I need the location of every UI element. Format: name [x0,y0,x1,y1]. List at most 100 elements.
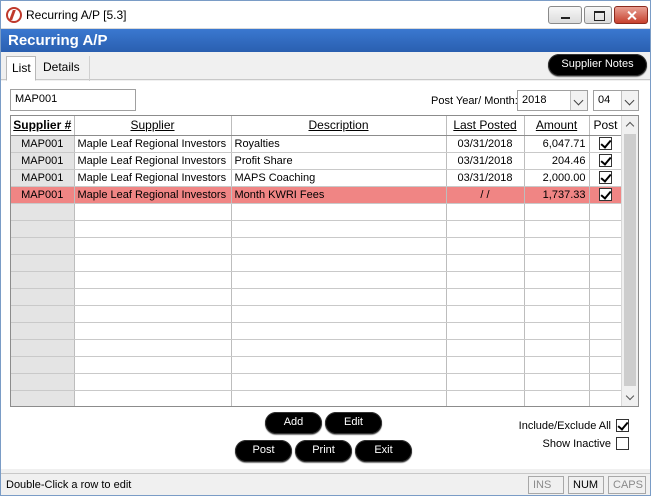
empty-table-row[interactable] [11,288,623,306]
column-header-post[interactable]: Post [589,116,623,136]
maximize-button[interactable] [584,6,612,24]
empty-cell [74,288,232,306]
empty-cell [231,288,447,306]
column-header-supplier-no[interactable]: Supplier # [11,116,75,136]
ins-indicator: INS [528,476,564,494]
empty-cell [231,373,447,391]
print-button[interactable]: Print [295,440,352,462]
empty-cell [589,220,623,238]
empty-cell [74,271,232,289]
empty-cell [74,322,232,340]
cell-last-posted: 03/31/2018 [446,169,525,187]
empty-table-row[interactable] [11,322,623,340]
empty-cell [231,305,447,323]
table-row[interactable]: MAP001 Maple Leaf Regional Investors Pro… [11,152,623,170]
empty-table-row[interactable] [11,305,623,323]
edit-button[interactable]: Edit [325,412,382,434]
empty-cell [231,390,447,406]
empty-table-row[interactable] [11,237,623,255]
empty-cell [11,237,75,255]
empty-table-row[interactable] [11,339,623,357]
empty-table-row[interactable] [11,254,623,272]
scroll-up-icon[interactable] [622,116,638,133]
table-header-row: Supplier # Supplier Description Last Pos… [11,116,623,136]
vertical-scrollbar[interactable] [621,116,638,406]
tab-details[interactable]: Details [38,56,90,81]
empty-cell [589,339,623,357]
exit-button[interactable]: Exit [355,440,412,462]
empty-cell [74,237,232,255]
empty-cell [524,373,590,391]
cell-supplier-no: MAP001 [11,169,75,187]
empty-table-row[interactable] [11,390,623,406]
empty-cell [589,390,623,406]
empty-cell [446,271,525,289]
empty-cell [524,237,590,255]
column-header-supplier[interactable]: Supplier [74,116,232,136]
empty-cell [74,390,232,406]
empty-cell [11,254,75,272]
cell-last-posted: 03/31/2018 [446,152,525,170]
post-checkbox[interactable] [599,137,612,150]
post-button[interactable]: Post [235,440,292,462]
post-checkbox[interactable] [599,188,612,201]
empty-cell [589,203,623,221]
empty-table-row[interactable] [11,203,623,221]
empty-table-row[interactable] [11,220,623,238]
cell-supplier: Maple Leaf Regional Investors [74,186,232,204]
table-row-selected[interactable]: MAP001 Maple Leaf Regional Investors Mon… [11,186,623,204]
post-month-select[interactable]: 04 [593,90,639,111]
supplier-notes-button[interactable]: Supplier Notes [548,54,647,76]
empty-cell [231,339,447,357]
empty-cell [11,220,75,238]
add-button[interactable]: Add [265,412,322,434]
empty-cell [11,373,75,391]
cell-supplier-no: MAP001 [11,135,75,153]
empty-cell [74,305,232,323]
table-row[interactable]: MAP001 Maple Leaf Regional Investors MAP… [11,169,623,187]
empty-cell [231,322,447,340]
empty-cell [231,271,447,289]
cell-supplier: Maple Leaf Regional Investors [74,169,232,187]
cell-supplier-no: MAP001 [11,186,75,204]
header-banner: Recurring A/P [1,29,650,52]
cell-supplier-no: MAP001 [11,152,75,170]
scroll-thumb[interactable] [624,134,636,386]
post-checkbox[interactable] [599,154,612,167]
empty-table-row[interactable] [11,373,623,391]
close-button[interactable] [614,6,648,24]
column-header-description[interactable]: Description [231,116,447,136]
supplier-filter-input[interactable]: MAP001 [10,89,136,111]
empty-cell [524,203,590,221]
cell-post [589,152,623,170]
empty-cell [74,339,232,357]
table-row[interactable]: MAP001 Maple Leaf Regional Investors Roy… [11,135,623,153]
show-inactive-checkbox[interactable] [616,437,629,450]
minimize-button[interactable] [548,6,582,24]
cell-amount: 2,000.00 [524,169,590,187]
empty-cell [74,220,232,238]
chevron-down-icon[interactable] [570,91,587,110]
caps-indicator: CAPS [608,476,646,494]
app-logo-icon [6,7,22,23]
empty-cell [11,322,75,340]
empty-cell [524,390,590,406]
chevron-down-icon[interactable] [621,91,638,110]
post-year-select[interactable]: 2018 [517,90,588,111]
scroll-down-icon[interactable] [622,389,638,406]
cell-amount: 204.46 [524,152,590,170]
window-title: Recurring A/P [5.3] [26,8,127,22]
tab-list[interactable]: List [6,56,36,81]
empty-table-row[interactable] [11,356,623,374]
include-exclude-all-checkbox[interactable] [616,419,629,432]
cell-supplier: Maple Leaf Regional Investors [74,135,232,153]
empty-cell [74,203,232,221]
empty-cell [231,254,447,272]
empty-cell [446,373,525,391]
empty-table-row[interactable] [11,271,623,289]
include-exclude-all-label: Include/Exclude All [518,420,611,432]
recurring-ap-grid[interactable]: Supplier # Supplier Description Last Pos… [10,115,639,407]
post-checkbox[interactable] [599,171,612,184]
column-header-last-posted[interactable]: Last Posted [446,116,525,136]
column-header-amount[interactable]: Amount [524,116,590,136]
